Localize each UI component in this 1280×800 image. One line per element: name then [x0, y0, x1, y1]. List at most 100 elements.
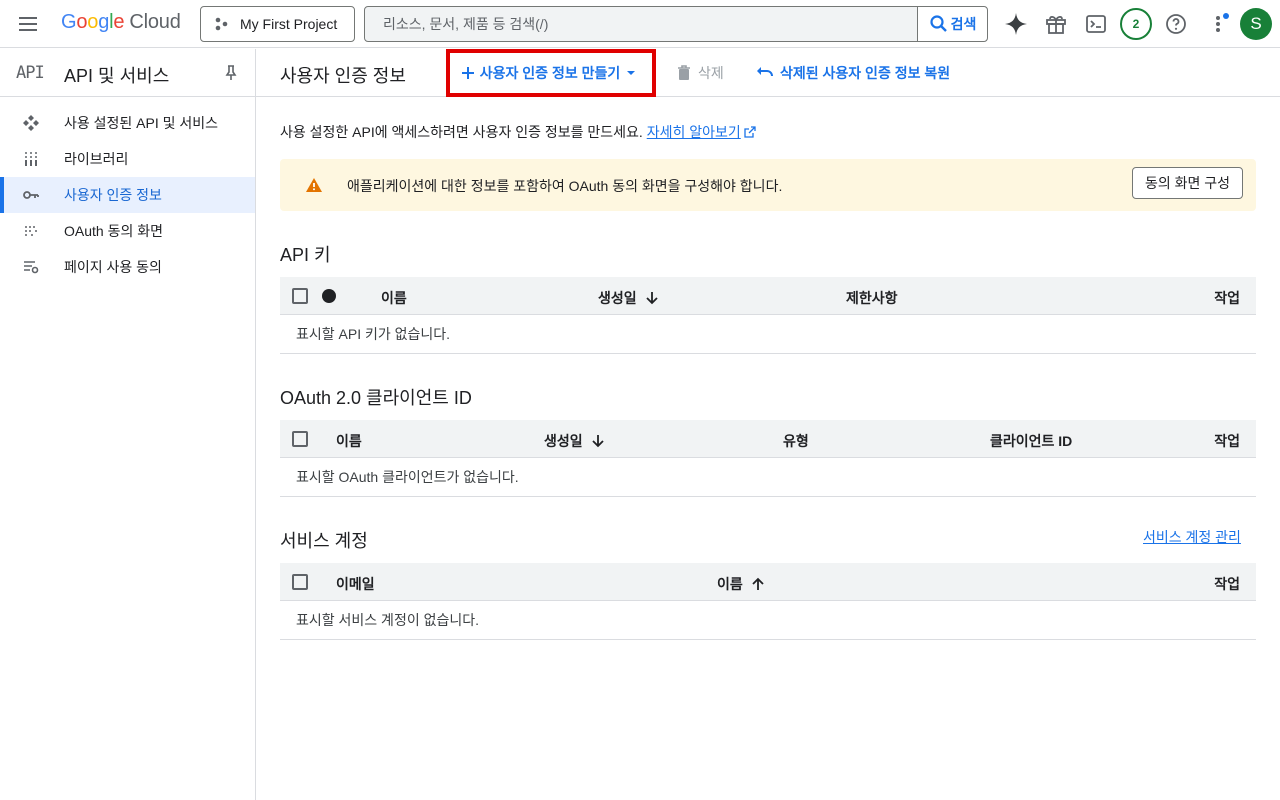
logo-letter: G [61, 11, 77, 33]
column-header: 작업 [1214, 433, 1240, 449]
project-name: My First Project [240, 16, 338, 32]
sidebar-nav: 사용 설정된 API 및 서비스 라이브러리 사용자 인증 정보 OAuth 동… [0, 97, 255, 285]
oauth-clients-table: 이름 생성일 유형 클라이언트 ID 작업 표시할 OAuth 클라이언트가 없… [280, 420, 1256, 497]
library-icon [25, 152, 37, 166]
table-header: 이메일 이름 작업 [280, 563, 1256, 601]
empty-row: 표시할 OAuth 클라이언트가 없습니다. [280, 458, 1256, 497]
search-button[interactable]: 검색 [917, 7, 987, 41]
arrow-up-icon [752, 577, 764, 590]
column-header[interactable]: 클라이언트 ID [990, 431, 1072, 451]
warning-text: 애플리케이션에 대한 정보를 포함하여 OAuth 동의 화면을 구성해야 합니… [347, 178, 783, 194]
action-bar: 사용자 인증 정보 사용자 인증 정보 만들기 삭제 삭제된 사용자 인증 정보… [256, 49, 1280, 97]
warning-icon [306, 178, 322, 192]
column-header: 작업 [1214, 576, 1240, 592]
intro-description: 사용 설정한 API에 액세스하려면 사용자 인증 정보를 만드세요. [280, 124, 643, 140]
google-cloud-logo[interactable]: Google Cloud [61, 11, 181, 34]
project-picker-button[interactable]: My First Project [200, 6, 355, 42]
gift-icon[interactable] [1044, 12, 1068, 36]
column-header-label: 생성일 [544, 433, 583, 449]
select-all-checkbox[interactable] [292, 574, 308, 590]
service-accounts-table: 이메일 이름 작업 표시할 서비스 계정이 없습니다. [280, 563, 1256, 640]
page-title: 사용자 인증 정보 [280, 66, 406, 86]
api-keys-title: API 키 [280, 245, 331, 265]
column-header[interactable]: 유형 [783, 431, 809, 451]
delete-label: 삭제 [698, 65, 724, 81]
sidebar-item-oauth-consent[interactable]: OAuth 동의 화면 [0, 213, 255, 249]
undo-icon [757, 67, 773, 77]
oauth-clients-title: OAuth 2.0 클라이언트 ID [280, 388, 472, 408]
api-logo: API [16, 63, 45, 83]
table-header: 이름 생성일 유형 클라이언트 ID 작업 [280, 420, 1256, 458]
logo-letter: o [87, 11, 99, 33]
sidebar-item-label: 라이브러리 [64, 151, 129, 167]
help-icon[interactable] [1164, 12, 1188, 36]
column-header[interactable]: 제한사항 [846, 288, 898, 308]
sidebar-item-label: 사용자 인증 정보 [64, 187, 162, 203]
arrow-down-icon [646, 292, 658, 305]
column-header-label: 생성일 [598, 290, 637, 306]
intro-text: 사용 설정한 API에 액세스하려면 사용자 인증 정보를 만드세요. 자세히 … [280, 122, 756, 142]
sidebar-item-label: 사용 설정된 API 및 서비스 [64, 115, 219, 131]
empty-row: 표시할 서비스 계정이 없습니다. [280, 601, 1256, 640]
cloud-shell-icon[interactable] [1084, 12, 1108, 36]
column-header[interactable]: 이름 [336, 431, 362, 451]
sidebar-item-library[interactable]: 라이브러리 [0, 141, 255, 177]
column-header-sortable[interactable]: 이름 [717, 574, 765, 594]
menu-icon[interactable] [16, 12, 40, 36]
oauth-warning-banner: 애플리케이션에 대한 정보를 포함하여 OAuth 동의 화면을 구성해야 합니… [280, 159, 1256, 211]
sidebar: API API 및 서비스 사용 설정된 API 및 서비스 라이브러리 사용자… [0, 49, 256, 800]
sidebar-item-credentials[interactable]: 사용자 인증 정보 [0, 177, 255, 213]
pin-icon[interactable] [222, 64, 240, 82]
external-link-icon [744, 126, 756, 138]
column-header-label: 이름 [717, 576, 743, 592]
main-content: 사용자 인증 정보 사용자 인증 정보 만들기 삭제 삭제된 사용자 인증 정보… [256, 49, 1280, 800]
column-header[interactable]: 이름 [381, 288, 407, 308]
logo-letter: e [113, 11, 125, 33]
status-dot-icon [322, 289, 336, 303]
service-accounts-title: 서비스 계정 [280, 531, 368, 551]
sidebar-item-page-consent[interactable]: 페이지 사용 동의 [0, 249, 255, 285]
api-keys-table: 이름 생성일 제한사항 작업 표시할 API 키가 없습니다. [280, 277, 1256, 354]
sidebar-header: API API 및 서비스 [0, 49, 255, 97]
more-vert-icon[interactable] [1206, 12, 1230, 36]
avatar[interactable]: S [1240, 8, 1272, 40]
plus-icon [461, 67, 474, 79]
table-header: 이름 생성일 제한사항 작업 [280, 277, 1256, 315]
sidebar-title: API 및 서비스 [64, 66, 170, 86]
top-bar: Google Cloud My First Project 리소스, 문서, 제품… [0, 0, 1280, 48]
restore-credentials-button[interactable]: 삭제된 사용자 인증 정보 복원 [756, 63, 950, 83]
delete-button[interactable]: 삭제 [676, 63, 724, 83]
consent-icon [25, 226, 37, 236]
sidebar-item-label: 페이지 사용 동의 [64, 259, 162, 275]
select-all-checkbox[interactable] [292, 288, 308, 304]
create-credentials-button[interactable]: 사용자 인증 정보 만들기 [446, 49, 656, 97]
api-icon [23, 115, 39, 131]
search-button-label: 검색 [950, 16, 977, 32]
column-header-sortable[interactable]: 생성일 [598, 288, 659, 308]
empty-row: 표시할 API 키가 없습니다. [280, 315, 1256, 354]
search-icon [930, 15, 947, 32]
column-header: 작업 [1214, 290, 1240, 306]
arrow-down-icon [592, 435, 604, 448]
learn-more-link[interactable]: 자세히 알아보기 [647, 124, 741, 140]
gemini-icon[interactable] [1004, 12, 1028, 36]
select-all-checkbox[interactable] [292, 431, 308, 447]
dropdown-arrow-icon [627, 71, 636, 75]
sidebar-item-enabled-apis[interactable]: 사용 설정된 API 및 서비스 [0, 105, 255, 141]
configure-consent-button[interactable]: 동의 화면 구성 [1132, 167, 1243, 199]
settings-list-icon [24, 261, 39, 274]
create-credentials-label: 사용자 인증 정보 만들기 [479, 65, 621, 81]
trash-icon [678, 65, 690, 80]
logo-cloud-text: Cloud [129, 11, 181, 33]
search-bar: 리소스, 문서, 제품 등 검색(/) 검색 [364, 6, 988, 42]
column-header-sortable[interactable]: 생성일 [544, 431, 605, 451]
search-input[interactable]: 리소스, 문서, 제품 등 검색(/) [365, 7, 917, 41]
restore-label: 삭제된 사용자 인증 정보 복원 [780, 65, 951, 81]
manage-service-accounts-link[interactable]: 서비스 계정 관리 [1143, 527, 1241, 547]
column-header[interactable]: 이메일 [336, 574, 375, 594]
notification-badge[interactable]: 2 [1120, 8, 1152, 40]
logo-letter: g [98, 11, 110, 33]
key-icon [23, 191, 39, 199]
project-hub-icon [215, 17, 228, 31]
sidebar-item-label: OAuth 동의 화면 [64, 223, 163, 239]
